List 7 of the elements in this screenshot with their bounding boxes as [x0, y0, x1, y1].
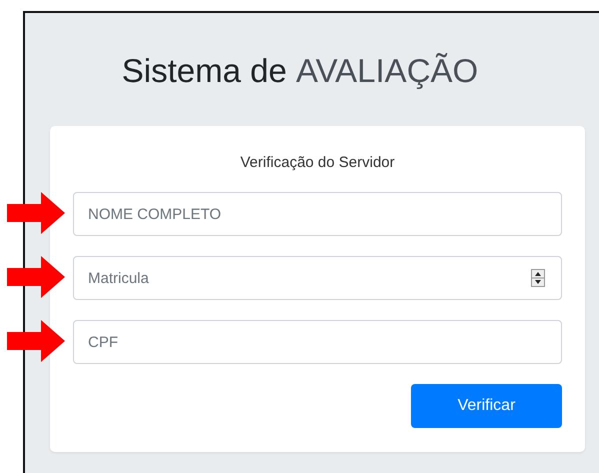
number-field[interactable]: Matricula [73, 256, 562, 300]
verify-button[interactable]: Verificar [411, 384, 562, 428]
page-title: Sistema de AVALIAÇÃO [120, 51, 480, 91]
form-heading: Verificação do Servidor [239, 152, 396, 173]
input-field[interactable]: CPF [73, 320, 562, 364]
input-field[interactable]: NOME COMPLETO [73, 192, 562, 236]
spinner-icon[interactable] [531, 269, 545, 288]
